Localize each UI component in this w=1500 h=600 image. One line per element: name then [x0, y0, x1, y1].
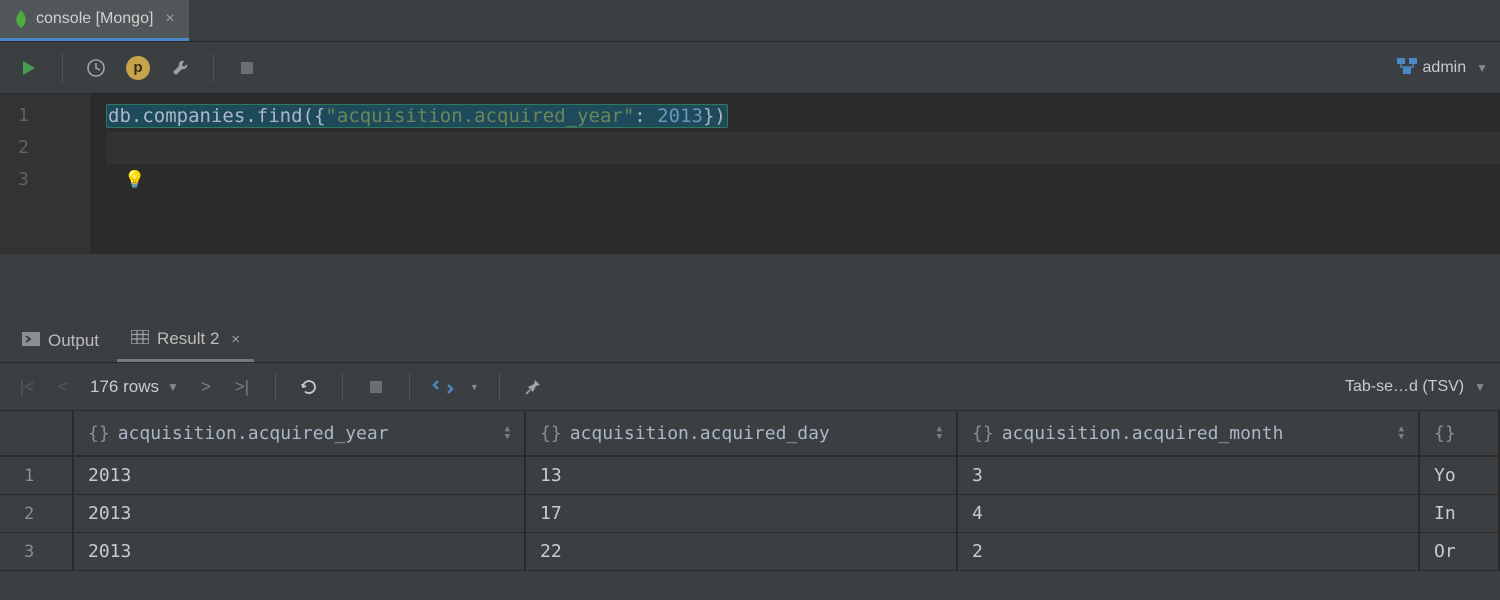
run-button[interactable]	[12, 51, 46, 85]
history-button[interactable]	[79, 51, 113, 85]
column-header[interactable]: {} acquisition.acquired_day ▲▼	[526, 411, 958, 455]
braces-icon: {}	[972, 423, 994, 444]
toolbar-separator	[409, 374, 410, 400]
column-header[interactable]: {}	[1420, 411, 1500, 455]
tab-result-label: Result 2	[157, 329, 219, 349]
tab-result[interactable]: Result 2 ×	[117, 319, 254, 362]
row-number: 2	[0, 495, 74, 532]
cell[interactable]: 4	[958, 495, 1420, 532]
code-area[interactable]: db.companies.find({"acquisition.acquired…	[90, 94, 1500, 253]
next-page-button[interactable]: >	[193, 372, 219, 402]
table-row[interactable]: 2 2013 17 4 In	[0, 495, 1500, 533]
row-header-corner	[0, 411, 74, 455]
toolbar-separator	[499, 374, 500, 400]
code-line-3[interactable]	[106, 164, 1500, 196]
reload-button[interactable]	[296, 372, 322, 402]
toolbar-separator	[275, 374, 276, 400]
cell[interactable]: 2	[958, 533, 1420, 570]
last-page-button[interactable]: >|	[229, 372, 255, 402]
code-line-1[interactable]: db.companies.find({"acquisition.acquired…	[106, 100, 1500, 132]
export-format-label: Tab-se…d (TSV)	[1345, 378, 1464, 396]
file-tab-label: console [Mongo]	[36, 10, 153, 28]
file-tab-bar: console [Mongo] ×	[0, 0, 1500, 42]
prev-page-button[interactable]: <	[50, 372, 76, 402]
line-number-gutter: 1 2 3	[0, 94, 90, 253]
cell[interactable]: Yo	[1420, 457, 1500, 494]
result-grid: {} acquisition.acquired_year ▲▼ {} acqui…	[0, 411, 1500, 571]
close-icon[interactable]: ×	[165, 10, 174, 28]
code-editor[interactable]: 1 2 3 db.companies.find({"acquisition.ac…	[0, 94, 1500, 254]
result-toolbar: |< < 176 rows ▼ > >| ▼ Tab-se…d (TSV) ▼	[0, 363, 1500, 411]
parameter-badge[interactable]: p	[121, 51, 155, 85]
braces-icon: {}	[540, 423, 562, 444]
toolbar-separator	[213, 54, 214, 82]
chevron-down-icon: ▼	[1476, 61, 1488, 75]
chevron-down-icon: ▼	[1474, 380, 1486, 394]
line-number: 3	[18, 164, 81, 196]
tab-output-label: Output	[48, 331, 99, 351]
table-row[interactable]: 3 2013 22 2 Or	[0, 533, 1500, 571]
column-header[interactable]: {} acquisition.acquired_year ▲▼	[74, 411, 526, 455]
row-count-label: 176 rows	[90, 377, 159, 397]
cell[interactable]: 3	[958, 457, 1420, 494]
first-page-button[interactable]: |<	[14, 372, 40, 402]
close-icon[interactable]: ×	[231, 331, 240, 348]
cell[interactable]: 22	[526, 533, 958, 570]
cell[interactable]: 2013	[74, 533, 526, 570]
editor-toolbar: p admin ▼	[0, 42, 1500, 94]
pin-button[interactable]	[520, 372, 546, 402]
stop-button[interactable]	[230, 51, 264, 85]
export-format-selector[interactable]: Tab-se…d (TSV) ▼	[1345, 378, 1486, 396]
cell[interactable]: In	[1420, 495, 1500, 532]
cell[interactable]: 17	[526, 495, 958, 532]
column-label: acquisition.acquired_year	[118, 423, 389, 444]
column-label: acquisition.acquired_day	[570, 423, 830, 444]
cell[interactable]: 13	[526, 457, 958, 494]
stop-button[interactable]	[363, 372, 389, 402]
column-header[interactable]: {} acquisition.acquired_month ▲▼	[958, 411, 1420, 455]
datasource-selector[interactable]: admin ▼	[1397, 58, 1488, 78]
toolbar-separator	[62, 54, 63, 82]
chevron-down-icon: ▼	[167, 380, 179, 394]
table-grid-icon	[131, 329, 149, 349]
braces-icon: {}	[88, 423, 110, 444]
sort-icon[interactable]: ▲▼	[937, 425, 942, 441]
panel-gap	[0, 254, 1500, 319]
file-tab-console[interactable]: console [Mongo] ×	[0, 0, 189, 41]
datasource-label: admin	[1423, 59, 1467, 77]
grid-header-row: {} acquisition.acquired_year ▲▼ {} acqui…	[0, 411, 1500, 457]
row-number: 1	[0, 457, 74, 494]
braces-icon: {}	[1434, 423, 1456, 444]
output-icon	[22, 331, 40, 351]
row-number: 3	[0, 533, 74, 570]
table-row[interactable]: 1 2013 13 3 Yo	[0, 457, 1500, 495]
row-count-selector[interactable]: 176 rows ▼	[90, 377, 179, 397]
toolbar-separator	[342, 374, 343, 400]
sort-icon[interactable]: ▲▼	[505, 425, 510, 441]
settings-button[interactable]	[163, 51, 197, 85]
output-tab-bar: Output Result 2 ×	[0, 319, 1500, 363]
compare-button[interactable]	[430, 372, 456, 402]
line-number: 2	[18, 132, 81, 164]
cell[interactable]: 2013	[74, 495, 526, 532]
line-number: 1	[18, 100, 81, 132]
datasource-icon	[1397, 58, 1417, 78]
sort-icon[interactable]: ▲▼	[1399, 425, 1404, 441]
column-label: acquisition.acquired_month	[1002, 423, 1284, 444]
mongodb-leaf-icon	[14, 10, 28, 28]
cell[interactable]: Or	[1420, 533, 1500, 570]
cell[interactable]: 2013	[74, 457, 526, 494]
code-line-2[interactable]: 💡	[106, 132, 1500, 164]
chevron-down-icon[interactable]: ▼	[470, 382, 479, 392]
tab-output[interactable]: Output	[8, 319, 113, 362]
